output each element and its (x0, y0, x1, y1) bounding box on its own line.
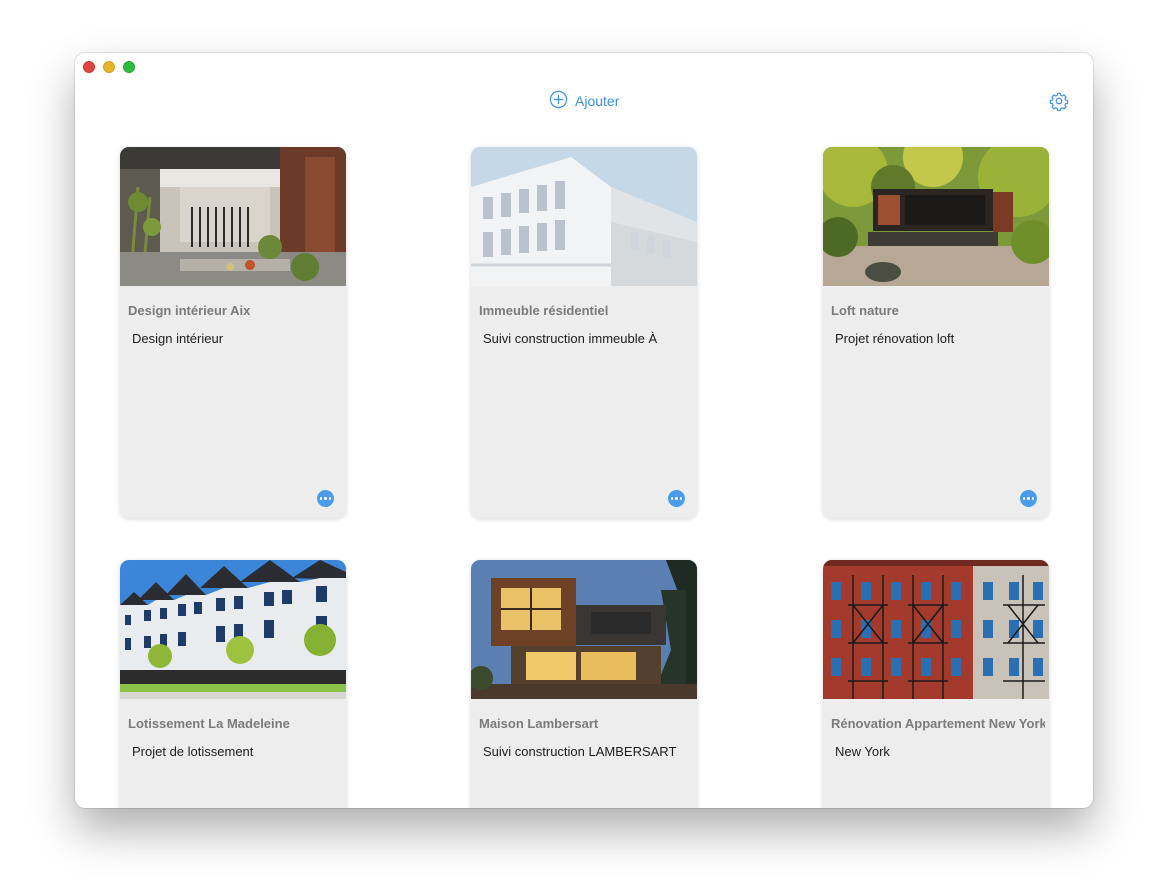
project-title: Maison Lambersart (479, 716, 599, 731)
project-card-immeuble-residentiel[interactable]: Immeuble résidentiel Suivi construction … (471, 147, 697, 518)
plus-circle-icon (549, 90, 568, 112)
project-card-loft-nature[interactable]: Loft nature Projet rénovation loft (823, 147, 1049, 518)
settings-button[interactable] (1049, 91, 1069, 112)
project-description: Projet rénovation loft (835, 331, 955, 346)
more-options-button[interactable] (1020, 490, 1037, 507)
project-description: New York (835, 744, 890, 759)
modern-wood-house-photo (471, 560, 697, 699)
interior-atrium-photo (120, 147, 346, 286)
project-card-maison-lambersart[interactable]: Maison Lambersart Suivi construction LAM… (471, 560, 697, 808)
project-description: Design intérieur (132, 331, 224, 346)
project-description: Suivi construction LAMBERSART (483, 744, 677, 759)
project-description: Projet de lotissement (132, 744, 254, 759)
more-options-button[interactable] (668, 490, 685, 507)
zoom-window-button[interactable] (123, 61, 135, 73)
townhouses-photo (120, 560, 346, 699)
project-description: Suivi construction immeuble À (483, 331, 658, 346)
project-card-lotissement-la-madeleine[interactable]: Lotissement La Madeleine Projet de lotis… (120, 560, 346, 808)
window-controls (83, 61, 135, 73)
more-options-button[interactable] (317, 490, 334, 507)
minimize-window-button[interactable] (103, 61, 115, 73)
add-project-label: Ajouter (575, 93, 620, 109)
white-apartment-building-photo (471, 147, 697, 286)
project-card-renovation-appartement-new-york[interactable]: Rénovation Appartement New York New York (823, 560, 1049, 808)
forest-loft-photo (823, 147, 1049, 286)
project-title: Rénovation Appartement New York (831, 716, 1045, 731)
gear-icon (1049, 92, 1069, 115)
project-title: Loft nature (831, 303, 899, 318)
close-window-button[interactable] (83, 61, 95, 73)
project-title: Design intérieur Aix (128, 303, 251, 318)
project-title: Lotissement La Madeleine (128, 716, 290, 731)
brick-facade-photo (823, 560, 1049, 699)
app-window: Ajouter Design intérieur Aix Design inté… (75, 53, 1093, 808)
project-title: Immeuble résidentiel (479, 303, 609, 318)
project-card-design-interieur-aix[interactable]: Design intérieur Aix Design intérieur (120, 147, 346, 518)
add-project-button[interactable]: Ajouter (549, 90, 619, 112)
